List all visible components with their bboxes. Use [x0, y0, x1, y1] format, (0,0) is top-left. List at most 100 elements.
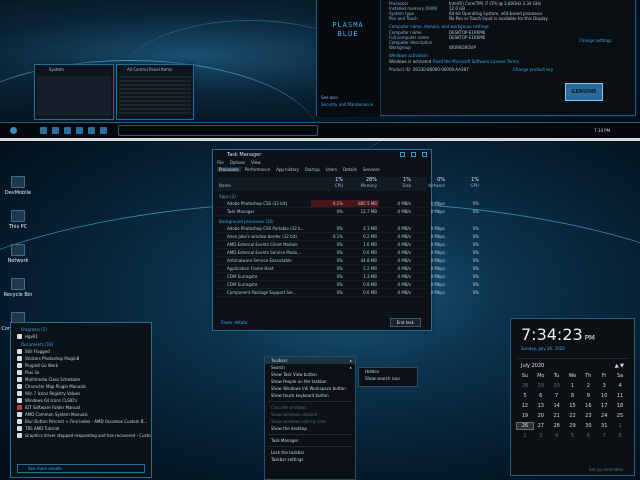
- desktop-shortcut[interactable]: Network: [1, 244, 35, 264]
- context-menu-item[interactable]: Show windows side by side: [265, 418, 355, 425]
- calendar-day[interactable]: 30: [580, 423, 596, 429]
- change-product-key-link[interactable]: Change product key: [513, 67, 553, 72]
- clock-date[interactable]: Sunday, July 26, 2020: [511, 344, 634, 353]
- see-more-link[interactable]: See more results: [18, 465, 144, 472]
- document-item[interactable]: Still Flagged: [11, 348, 151, 355]
- calendar-day[interactable]: 31: [596, 423, 612, 429]
- calendar-day[interactable]: 9: [580, 393, 596, 399]
- fewer-details-link[interactable]: Fewer details: [221, 320, 248, 325]
- document-item[interactable]: TBS AMD Tutorial: [11, 425, 151, 432]
- document-item[interactable]: Character Map Plugin Manuals: [11, 383, 151, 390]
- process-row[interactable]: AMD External Events Client Module 0% 1.6 M…: [217, 241, 479, 249]
- explorer-icon[interactable]: [64, 127, 71, 134]
- submenu-item[interactable]: Hidden: [359, 368, 417, 375]
- context-menu-item[interactable]: Show windows stacked: [265, 411, 355, 418]
- tab-details[interactable]: Details: [341, 167, 359, 172]
- calendar-day[interactable]: 10: [596, 393, 612, 399]
- tab-performance[interactable]: Performance: [243, 167, 272, 172]
- calendar-day[interactable]: 8: [565, 393, 581, 399]
- process-row[interactable]: AMD External Events Service Modu... 0% 0.6…: [217, 249, 479, 257]
- menu-item[interactable]: File: [217, 160, 224, 165]
- document-item[interactable]: AMD Common System Manuals: [11, 411, 151, 418]
- start-icon[interactable]: [10, 127, 17, 134]
- context-menu-item[interactable]: Show the desktop: [265, 425, 355, 432]
- context-menu-item[interactable]: Show Task View button: [265, 371, 355, 378]
- calendar-day[interactable]: 7: [549, 393, 565, 399]
- column-header[interactable]: 1% Disk: [379, 177, 413, 191]
- mini-window-system[interactable]: System: [34, 64, 114, 120]
- calendar-day[interactable]: 11: [612, 393, 628, 399]
- process-row[interactable]: Adobe Photoshop CS6 Portable (32 b... 0% 2…: [217, 225, 479, 233]
- desktop-shortcut[interactable]: This PC: [1, 210, 35, 230]
- tab-app-history[interactable]: App history: [274, 167, 301, 172]
- column-header[interactable]: 1% CPU: [311, 177, 345, 191]
- context-menu-item[interactable]: Toolbars ▸: [265, 357, 355, 364]
- process-row[interactable]: COM Surrogate 0% 0.8 MB 0 MB/s 0 Mbps 0%: [217, 281, 479, 289]
- license-link[interactable]: Read the Microsoft Software License Term…: [433, 59, 519, 64]
- calendar-day[interactable]: 18: [612, 403, 628, 409]
- context-menu-item[interactable]: Search ▸: [265, 364, 355, 371]
- document-item[interactable]: Graphics driver stopped responding and h…: [11, 432, 151, 439]
- document-item[interactable]: Win 7 Icons Registry Values: [11, 390, 151, 397]
- taskview-icon[interactable]: [40, 127, 47, 134]
- context-menu-item[interactable]: Show Windows Ink Workspace button: [265, 385, 355, 392]
- app-icon[interactable]: [100, 127, 107, 134]
- tab-processes[interactable]: Processes: [217, 167, 241, 172]
- tab-startup[interactable]: Startup: [303, 167, 322, 172]
- tab-services[interactable]: Services: [361, 167, 382, 172]
- document-item[interactable]: Stickers Photoshop Plugin8: [11, 355, 151, 362]
- menu-item[interactable]: Options: [230, 160, 245, 165]
- calendar-day[interactable]: 3: [596, 383, 612, 389]
- calendar-day[interactable]: 29: [565, 423, 581, 429]
- document-item[interactable]: Windows 64 Icons CLSID's: [11, 397, 151, 404]
- calendar-footer[interactable]: Set up reminders: [589, 467, 623, 472]
- calendar-day[interactable]: 28: [549, 423, 565, 429]
- search-box[interactable]: See more results: [17, 464, 145, 473]
- close-icon[interactable]: [422, 152, 427, 157]
- column-header[interactable]: 0% Network: [413, 177, 447, 191]
- column-header[interactable]: Name: [217, 177, 311, 191]
- calendar-day[interactable]: 14: [549, 403, 565, 409]
- calendar-day[interactable]: 8: [612, 433, 628, 439]
- document-item[interactable]: Blur Button Percent + Fine Index - AMD O…: [11, 418, 151, 425]
- process-row[interactable]: Application Frame Host 0% 5.2 MB 0 MB/s 0 Mb…: [217, 265, 479, 273]
- calendar-day[interactable]: 4: [612, 383, 628, 389]
- context-menu-item[interactable]: Show People on the taskbar: [265, 378, 355, 385]
- security-link[interactable]: Security and Maintenance: [321, 102, 373, 107]
- calendar-day[interactable]: 28: [517, 383, 533, 389]
- desktop-shortcut[interactable]: DevMobile: [1, 176, 35, 196]
- context-menu-item[interactable]: Show touch keyboard button: [265, 392, 355, 399]
- document-item[interactable]: IDT Software Folder Manual: [11, 404, 151, 411]
- document-item[interactable]: Multimedia Class Scheduler: [11, 376, 151, 383]
- desktop-shortcut[interactable]: Recycle Bin: [1, 278, 35, 298]
- calendar-day[interactable]: 5: [565, 433, 581, 439]
- calendar-day[interactable]: 22: [565, 413, 581, 419]
- column-header[interactable]: 28% Memory: [345, 177, 379, 191]
- process-row[interactable]: Adobe Photoshop CS6 (32 bit) 0.1% 885.5 MB…: [217, 200, 479, 208]
- process-row[interactable]: Component Package Support Ser... 0% 0.6 MB…: [217, 289, 479, 297]
- calendar-month[interactable]: July 2020: [521, 363, 544, 369]
- column-header[interactable]: 1% GPU: [447, 177, 481, 191]
- calendar-today[interactable]: 26: [516, 422, 534, 430]
- process-row[interactable]: Task Manager 0% 12.7 MB 0 MB/s 0 Mbps 0%: [217, 208, 479, 216]
- calendar-day[interactable]: 29: [533, 383, 549, 389]
- program-item[interactable]: Hgv01: [11, 333, 151, 340]
- calendar-day[interactable]: 30: [549, 383, 565, 389]
- calendar-day[interactable]: 12: [517, 403, 533, 409]
- calendar-day[interactable]: 13: [533, 403, 549, 409]
- calendar-day[interactable]: 27: [533, 423, 549, 429]
- document-item[interactable]: Plugin8 Go Work: [11, 362, 151, 369]
- store-icon[interactable]: [76, 127, 83, 134]
- calendar-day[interactable]: 15: [565, 403, 581, 409]
- calendar-day[interactable]: 1: [565, 383, 581, 389]
- calendar-day[interactable]: 1: [612, 423, 628, 429]
- taskbar-search-strip[interactable]: [118, 125, 318, 136]
- calendar-day[interactable]: 4: [549, 433, 565, 439]
- context-menu-item[interactable]: Lock the taskbar: [265, 449, 355, 456]
- calendar-day[interactable]: 7: [596, 433, 612, 439]
- tab-users[interactable]: Users: [324, 167, 339, 172]
- calendar-day[interactable]: 5: [517, 393, 533, 399]
- calendar-day[interactable]: 2: [517, 433, 533, 439]
- context-menu-item[interactable]: Cascade windows: [265, 404, 355, 411]
- edge-icon[interactable]: [52, 127, 59, 134]
